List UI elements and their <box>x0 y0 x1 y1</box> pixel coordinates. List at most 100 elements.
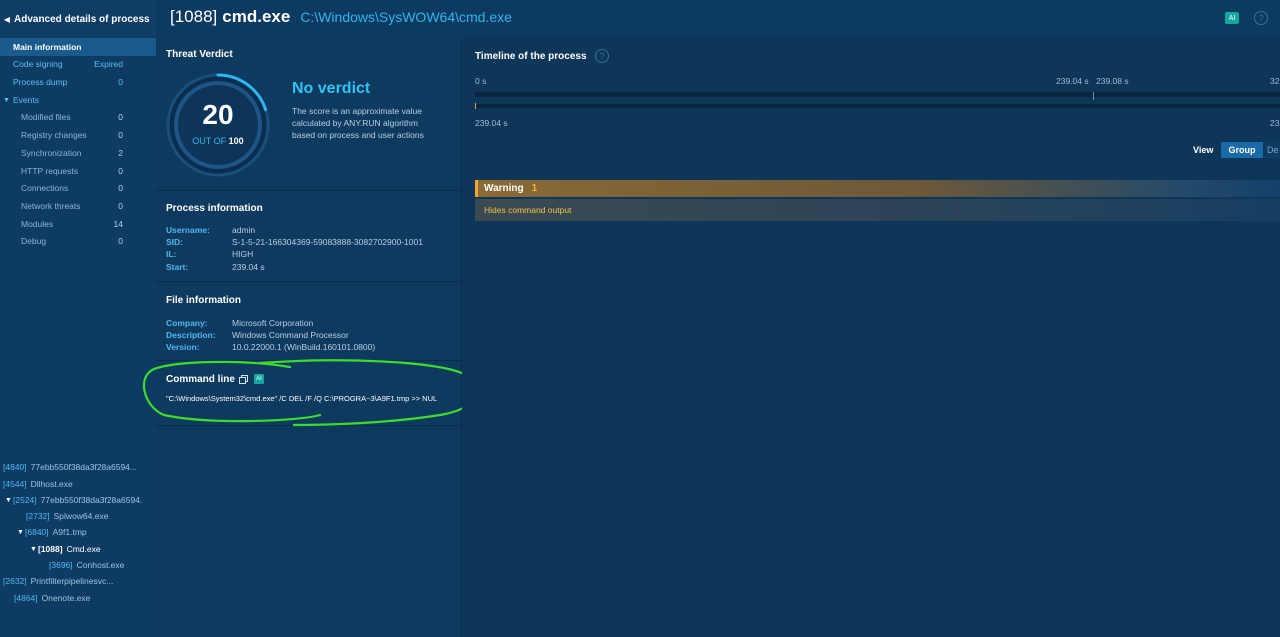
sidebar-item-code-signing[interactable]: Code signing Expired <box>0 55 156 73</box>
timeline-track[interactable] <box>475 104 1280 108</box>
tree-item[interactable]: [4864] Onenote.exe <box>14 590 90 606</box>
tree-item[interactable]: ▼ [2524] 77ebb550f38da3f28a6594. <box>5 492 142 508</box>
tree-item-pid: [2524] <box>13 495 37 505</box>
sidebar-item-debug[interactable]: Debug 0 <box>0 232 156 250</box>
sidebar-item-events[interactable]: ▼ Events <box>0 91 156 109</box>
tree-item[interactable]: [4544] Dllhost.exe <box>3 476 73 492</box>
timeline-lower-end: 23 <box>1270 118 1280 128</box>
sidebar-item-value: 0 <box>118 236 123 246</box>
sidebar-title: Advanced details of process <box>14 13 150 25</box>
sidebar-item-label: Registry changes <box>21 130 87 140</box>
tree-item[interactable]: [2632] Printfilterpipelinesvc... <box>3 573 113 589</box>
divider <box>156 360 462 361</box>
tree-item[interactable]: ▼ [6840] A9f1.tmp <box>17 524 87 540</box>
sidebar-item-value: Expired <box>94 59 123 69</box>
view-group-button[interactable]: Group <box>1221 142 1263 158</box>
info-key: IL: <box>166 249 177 259</box>
sidebar-item-label: Connections <box>21 183 69 193</box>
sidebar-item-value: 0 <box>118 130 123 140</box>
file-info-title: File information <box>166 295 241 306</box>
score-out-of-prefix: OUT OF <box>192 136 227 146</box>
info-key: Description: <box>166 330 216 340</box>
info-key: Version: <box>166 342 200 352</box>
warning-count: 1 <box>531 183 538 194</box>
timeline-lower-start: 239.04 s <box>475 118 508 128</box>
info-value: 239.04 s <box>232 262 265 272</box>
file-info-row: Description: Windows Command Processor <box>166 330 349 342</box>
divider <box>156 281 462 282</box>
back-arrow-icon[interactable]: ◀ <box>2 14 12 24</box>
tree-item-selected[interactable]: ▼ [1088] Cmd.exe <box>30 541 101 557</box>
tree-item-pid: [6840] <box>25 527 49 537</box>
sidebar-item-process-dump[interactable]: Process dump 0 <box>0 73 156 91</box>
file-info-row: Company: Microsoft Corporation <box>166 318 313 330</box>
process-info-row: SID: S-1-5-21-166304369-59083888-3082702… <box>166 237 423 249</box>
tree-item-name: Onenote.exe <box>41 593 91 603</box>
tree-item[interactable]: [4840] 77ebb550f38da3f28a6594... <box>3 459 137 475</box>
sidebar-item-http-requests[interactable]: HTTP requests 0 <box>0 162 156 180</box>
sidebar-item-main-information[interactable]: Main information <box>0 38 156 56</box>
info-key: Username: <box>166 225 210 235</box>
sidebar-item-label: HTTP requests <box>21 166 79 176</box>
sidebar-item-connections[interactable]: Connections 0 <box>0 179 156 197</box>
info-value: 10.0.22000.1 (WinBuild.160101.0800) <box>232 342 376 352</box>
warning-item[interactable]: Hides command output <box>475 199 1280 221</box>
command-line-title: Command line <box>166 374 235 385</box>
chevron-down-icon[interactable]: ▼ <box>3 97 10 104</box>
chevron-down-icon[interactable]: ▼ <box>17 529 25 536</box>
sidebar-item-registry-changes[interactable]: Registry changes 0 <box>0 126 156 144</box>
file-info-row: Version: 10.0.22000.1 (WinBuild.160101.0… <box>166 342 375 354</box>
process-path-link[interactable]: C:\Windows\SysWOW64\cmd.exe <box>300 9 512 25</box>
tree-item-name: Conhost.exe <box>76 560 125 570</box>
tree-item-pid: [2632] <box>3 576 27 586</box>
verdict-title: No verdict <box>292 80 371 97</box>
sidebar-item-synchronization[interactable]: Synchronization 2 <box>0 144 156 162</box>
sidebar-item-value: 14 <box>113 219 123 229</box>
process-info-row: Username: admin <box>166 225 255 237</box>
sidebar-item-network-threats[interactable]: Network threats 0 <box>0 197 156 215</box>
tree-item-name: 77ebb550f38da3f28a6594... <box>30 462 137 472</box>
tree-item-name: Splwow64.exe <box>53 511 109 521</box>
sidebar-item-label: Network threats <box>21 201 81 211</box>
timeline-overview-bar[interactable] <box>475 92 1280 97</box>
view-details-button[interactable]: De <box>1264 142 1280 158</box>
sidebar-item-value: 0 <box>118 183 123 193</box>
info-value: Microsoft Corporation <box>232 318 314 328</box>
score-max: 100 <box>228 136 244 146</box>
sidebar-item-label: Synchronization <box>21 148 82 158</box>
tree-item[interactable]: [2732] Splwow64.exe <box>26 508 108 524</box>
warning-label: Warning <box>484 183 524 194</box>
process-pid: [1088] <box>170 7 218 26</box>
sidebar-item-modules[interactable]: Modules 14 <box>0 215 156 233</box>
copy-icon[interactable] <box>239 375 248 384</box>
process-info-row: IL: HIGH <box>166 249 253 261</box>
warning-group-header[interactable]: Warning 1 <box>475 180 1280 197</box>
verdict-description: The score is an approximate value calcul… <box>292 106 424 140</box>
help-icon[interactable]: ? <box>1254 11 1268 25</box>
threat-verdict-title: Threat Verdict <box>166 49 233 60</box>
sidebar: Main information Code signing Expired Pr… <box>0 38 156 637</box>
tree-item[interactable]: [3696] Conhost.exe <box>49 557 124 573</box>
sidebar-item-label: Main information <box>13 42 82 52</box>
sidebar-item-value: 0 <box>118 201 123 211</box>
chevron-down-icon[interactable]: ▼ <box>5 497 13 504</box>
chevron-down-icon[interactable]: ▼ <box>30 546 38 553</box>
tree-item-name: Dllhost.exe <box>30 479 73 489</box>
sidebar-item-value: 2 <box>118 148 123 158</box>
sidebar-item-modified-files[interactable]: Modified files 0 <box>0 108 156 126</box>
info-value: HIGH <box>232 249 254 259</box>
sidebar-item-label: Modules <box>21 219 54 229</box>
process-name: cmd.exe <box>222 7 291 26</box>
sidebar-header: ◀ Advanced details of process <box>0 0 156 38</box>
tree-item-pid: [3696] <box>49 560 73 570</box>
tree-item-pid: [2732] <box>26 511 50 521</box>
info-key: Start: <box>166 262 189 272</box>
help-icon[interactable]: ? <box>595 49 609 63</box>
warning-item-text: Hides command output <box>484 205 572 215</box>
timeline-event-tick[interactable] <box>475 103 476 109</box>
tree-item-name: Cmd.exe <box>66 544 101 554</box>
ai-badge-icon[interactable]: AI <box>1225 12 1239 24</box>
timeline-mark-label: 239.04 s <box>1056 76 1089 86</box>
info-key: Company: <box>166 318 208 328</box>
ai-badge-icon[interactable]: AI <box>254 374 264 384</box>
